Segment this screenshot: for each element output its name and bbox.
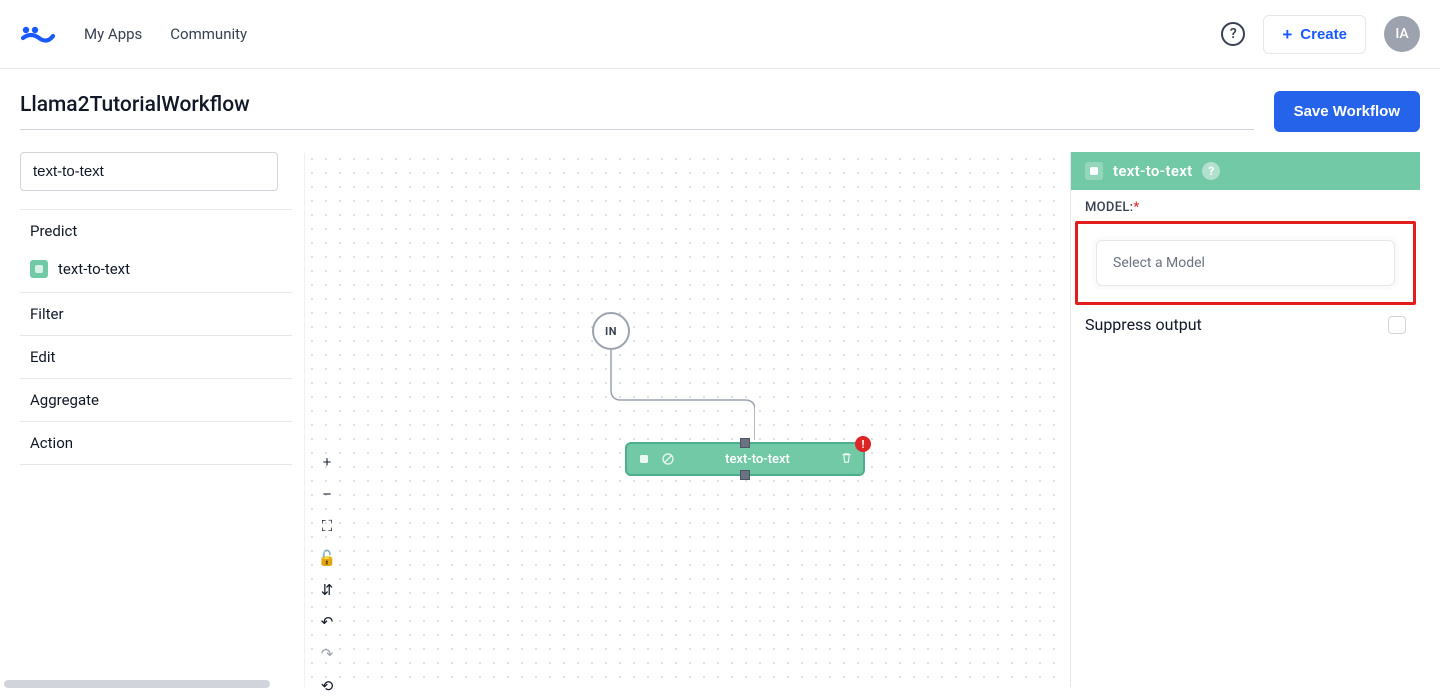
help-icon[interactable]: ?: [1221, 22, 1245, 46]
layout-button[interactable]: ⇵: [315, 578, 339, 602]
panel-header: text-to-text ?: [1071, 152, 1420, 190]
model-field-label: MODEL:*: [1071, 200, 1420, 215]
section-header-aggregate[interactable]: Aggregate: [20, 379, 292, 421]
section-filter: Filter: [20, 292, 292, 335]
connector-line: [610, 350, 755, 440]
chip-icon: [637, 452, 651, 466]
avatar[interactable]: IA: [1384, 16, 1420, 52]
nav-my-apps[interactable]: My Apps: [84, 25, 142, 43]
logo-icon[interactable]: [20, 24, 56, 44]
predict-item-label: text-to-text: [58, 260, 130, 278]
page-title: Llama2TutorialWorkflow: [20, 93, 1254, 130]
suppress-output-checkbox[interactable]: [1388, 316, 1406, 334]
create-button-label: Create: [1300, 26, 1347, 43]
suppress-output-row: Suppress output: [1071, 309, 1420, 334]
plus-icon: +: [1282, 26, 1292, 43]
section-edit: Edit: [20, 335, 292, 378]
section-header-action[interactable]: Action: [20, 422, 292, 464]
nav-right: ? + Create IA: [1221, 15, 1420, 54]
panel-header-title: text-to-text: [1113, 162, 1192, 180]
model-select-highlight: Select a Model: [1075, 221, 1416, 305]
zoom-out-button[interactable]: −: [315, 482, 339, 506]
required-star: *: [1133, 200, 1139, 215]
refresh-button[interactable]: ⟲: [315, 674, 339, 698]
disabled-icon: [661, 452, 675, 466]
model-select[interactable]: Select a Model: [1096, 240, 1395, 286]
panel-help-icon[interactable]: ?: [1202, 162, 1220, 180]
redo-button[interactable]: ↷: [315, 642, 339, 666]
chip-icon: [30, 260, 48, 278]
section-aggregate: Aggregate: [20, 378, 292, 421]
error-badge-icon: !: [855, 436, 871, 452]
save-workflow-button[interactable]: Save Workflow: [1274, 91, 1420, 132]
workflow-canvas[interactable]: + − ⛶ 🔓 ⇵ ↶ ↷ ⟲ IN text-to-text !: [304, 152, 1058, 687]
nav-links: My Apps Community: [84, 25, 247, 43]
suppress-output-label: Suppress output: [1085, 315, 1202, 334]
main-area: Predict text-to-text Filter Edit Aggrega…: [0, 132, 1440, 687]
fullscreen-button[interactable]: ⛶: [315, 514, 339, 538]
chip-icon: [1085, 162, 1103, 180]
canvas-toolbar: + − ⛶ 🔓 ⇵ ↶ ↷ ⟲: [315, 450, 339, 698]
panel-body: MODEL:* Select a Model Suppress output: [1071, 190, 1420, 334]
undo-button[interactable]: ↶: [315, 610, 339, 634]
section-header-edit[interactable]: Edit: [20, 336, 292, 378]
model-label-text: MODEL:: [1085, 200, 1133, 215]
input-node[interactable]: IN: [592, 312, 630, 350]
properties-panel: text-to-text ? MODEL:* Select a Model Su…: [1070, 152, 1420, 687]
title-row: Llama2TutorialWorkflow Save Workflow: [0, 69, 1440, 132]
text-to-text-node[interactable]: text-to-text !: [625, 442, 865, 476]
predict-item-text-to-text[interactable]: text-to-text: [20, 252, 292, 292]
zoom-in-button[interactable]: +: [315, 450, 339, 474]
node-label: text-to-text: [685, 452, 830, 467]
node-search-input[interactable]: [20, 152, 278, 191]
nav-community[interactable]: Community: [170, 25, 247, 43]
section-header-predict[interactable]: Predict: [20, 210, 292, 252]
section-header-filter[interactable]: Filter: [20, 293, 292, 335]
horizontal-scrollbar[interactable]: [4, 680, 270, 688]
section-action: Action: [20, 421, 292, 465]
lock-button[interactable]: 🔓: [315, 546, 339, 570]
sidebar-left: Predict text-to-text Filter Edit Aggrega…: [20, 152, 292, 687]
top-nav: My Apps Community ? + Create IA: [0, 0, 1440, 69]
delete-node-button[interactable]: [840, 451, 853, 468]
section-predict: Predict text-to-text: [20, 209, 292, 292]
create-button[interactable]: + Create: [1263, 15, 1366, 54]
